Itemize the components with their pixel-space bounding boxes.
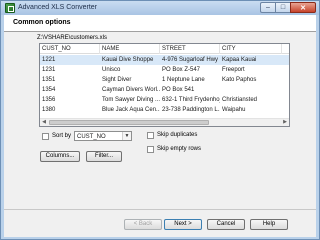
cell: PO Box Z-547 (162, 67, 201, 73)
maximize-button[interactable]: □ (275, 2, 290, 13)
skip-empty-rows-checkbox[interactable] (147, 146, 154, 153)
cell: 1351 (42, 77, 56, 83)
sort-column-value: CUST_NO (77, 134, 106, 140)
spreadsheet-icon (5, 3, 15, 13)
help-button[interactable]: Help (250, 219, 288, 230)
cell: PO Box 541 (162, 87, 195, 93)
next-button[interactable]: Next > (164, 219, 202, 230)
page-title: Common options (13, 19, 71, 26)
cell: 632-1 Third Frydenhoj (162, 97, 220, 103)
horizontal-scrollbar[interactable]: ◀ ▶ (40, 118, 289, 126)
cell: Sight Diver (102, 77, 132, 83)
cell: 1354 (42, 87, 56, 93)
table-row[interactable]: 1354 Cayman Divers Worl... PO Box 541 (40, 85, 289, 95)
cell: Blue Jack Aqua Cen... (102, 107, 160, 113)
cell: Waipahu (222, 107, 246, 113)
close-button[interactable]: ✕ (290, 2, 316, 13)
column-header-cust-no[interactable]: CUST_NO (40, 44, 100, 54)
cell: Unisco (102, 67, 121, 73)
filter-button[interactable]: Filter... (86, 151, 122, 162)
minimize-button[interactable]: – (260, 2, 275, 13)
column-header-city[interactable]: CITY (220, 44, 282, 54)
cell: 23-738 Paddington L... (162, 107, 220, 113)
app-window: Advanced XLS Converter – □ ✕ Common opti… (0, 0, 320, 240)
sort-by-label: Sort by (52, 133, 72, 139)
column-header-name[interactable]: NAME (100, 44, 160, 54)
cell: 4-976 Sugarloaf Hwy (162, 57, 219, 63)
window-title: Advanced XLS Converter (18, 4, 97, 11)
title-bar[interactable]: Advanced XLS Converter – □ ✕ (1, 1, 319, 15)
cell: 1356 (42, 97, 56, 103)
cell: Kato Paphos (222, 77, 257, 83)
cell: Christiansted (222, 97, 258, 103)
cell: Tom Sawyer Diving ... (102, 97, 160, 103)
column-header-street[interactable]: STREET (160, 44, 220, 54)
back-button[interactable]: < Back (124, 219, 162, 230)
cell: Freeport (222, 67, 245, 73)
skip-duplicates-label: Skip duplicates (157, 132, 198, 138)
cell: 1380 (42, 107, 56, 113)
cell: 1231 (42, 67, 56, 73)
footer-divider (4, 209, 316, 210)
skip-empty-rows-label: Skip empty rows (157, 146, 202, 152)
sort-column-select[interactable]: CUST_NO ▼ (74, 131, 132, 141)
cell: Cayman Divers Worl... (102, 87, 160, 93)
cell: Kapaa Kauai (222, 57, 257, 63)
caption-buttons: – □ ✕ (260, 2, 316, 13)
file-path-label: Z:\VSHARE\customers.xls (37, 35, 108, 41)
table-row[interactable]: 1221 Kauai Dive Shoppe 4-976 Sugarloaf H… (40, 55, 289, 65)
table-row[interactable]: 1356 Tom Sawyer Diving ... 632-1 Third F… (40, 95, 289, 105)
cancel-button[interactable]: Cancel (207, 219, 245, 230)
cell: 1 Neptune Lane (162, 77, 205, 83)
cell: 1221 (42, 57, 56, 63)
cell (220, 85, 282, 95)
cell: Kauai Dive Shoppe (102, 57, 154, 63)
table-row[interactable]: 1231 Unisco PO Box Z-547 Freeport (40, 65, 289, 75)
scroll-right-icon[interactable]: ▶ (281, 119, 289, 126)
data-preview-grid[interactable]: CUST_NO NAME STREET CITY 1221 Kauai Dive… (39, 43, 290, 127)
skip-duplicates-checkbox[interactable] (147, 132, 154, 139)
grid-header: CUST_NO NAME STREET CITY (40, 44, 289, 54)
sort-by-checkbox[interactable] (42, 133, 49, 140)
table-row[interactable]: 1351 Sight Diver 1 Neptune Lane Kato Pap… (40, 75, 289, 85)
wizard-header: Common options (4, 15, 316, 32)
scroll-left-icon[interactable]: ◀ (40, 119, 48, 126)
table-row[interactable]: 1380 Blue Jack Aqua Cen... 23-738 Paddin… (40, 105, 289, 115)
wizard-panel: Common options Z:\VSHARE\customers.xls C… (4, 15, 316, 237)
chevron-down-icon[interactable]: ▼ (122, 132, 131, 140)
columns-button[interactable]: Columns... (40, 151, 80, 162)
scroll-thumb[interactable] (49, 120, 209, 125)
